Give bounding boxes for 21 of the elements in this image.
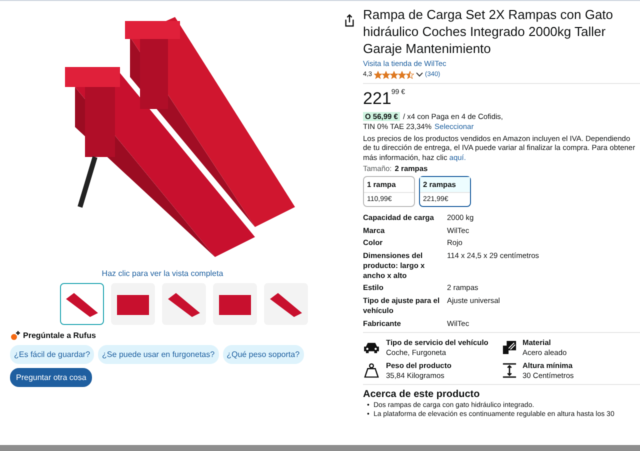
thumbnail[interactable] [162, 283, 206, 325]
question-chip[interactable]: ¿Es fácil de guardar? [10, 345, 94, 364]
section-heading: Acerca de este producto [363, 389, 481, 400]
material-icon [502, 340, 516, 356]
thumbnail[interactable] [111, 283, 155, 325]
chevron-icon[interactable] [416, 72, 424, 78]
question-chip[interactable]: ¿Se puede usar en furgonetas? [98, 345, 219, 364]
rufus-icon [10, 331, 20, 340]
thumbnail[interactable] [264, 283, 308, 325]
share-icon[interactable] [344, 14, 355, 27]
rufus-title: Pregúntale a Rufus [23, 331, 96, 340]
question-chip[interactable]: ¿Qué peso soporta? [222, 345, 304, 364]
car-icon [363, 341, 380, 354]
thumbnail[interactable] [213, 283, 257, 325]
height-icon [502, 363, 516, 378]
full-view-link[interactable]: Haz clic para ver la vista completa [102, 269, 224, 278]
weight-icon [363, 363, 380, 378]
thumbnail[interactable] [60, 283, 104, 325]
product-title: Rampa de Carga Set 2X Rampas con Gato hidráulico Coches Integrado 2000kg Taller Garaje Mantenimiento [363, 7, 614, 58]
ask-button[interactable]: Preguntar otra cosa [10, 368, 92, 387]
price: 221$^{99 €}$ [363, 88, 406, 109]
